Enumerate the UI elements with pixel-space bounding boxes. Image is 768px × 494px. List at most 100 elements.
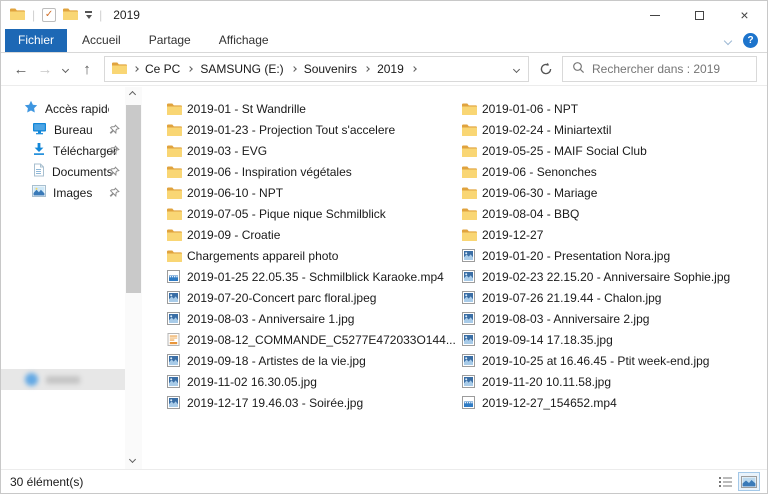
breadcrumb-item[interactable]: SAMSUNG (E:) — [200, 62, 283, 76]
pin-icon — [109, 124, 120, 138]
list-item[interactable]: 2019-07-20-Concert parc floral.jpeg — [167, 287, 456, 308]
tab-partage[interactable]: Partage — [136, 29, 204, 52]
refresh-button[interactable] — [533, 56, 558, 82]
quick-access-toolbar: | ✓ | 2019 — [1, 8, 140, 23]
list-item[interactable]: 2019-12-27 — [462, 224, 730, 245]
close-button[interactable]: × — [722, 1, 767, 29]
list-item[interactable]: 2019-01-06 - NPT — [462, 98, 730, 119]
address-dropdown-chevron-icon[interactable] — [504, 57, 528, 81]
back-button[interactable]: ← — [9, 53, 33, 85]
sidebar-item-quick-access[interactable]: Accès rapide — [1, 98, 125, 119]
sidebar-item-blurred[interactable] — [1, 261, 125, 282]
sidebar-item-blurred[interactable] — [1, 369, 125, 390]
list-item[interactable]: 2019-07-05 - Pique nique Schmilblick — [167, 203, 456, 224]
scroll-up-arrow-icon[interactable] — [128, 90, 137, 99]
tab-fichier[interactable]: Fichier — [5, 29, 68, 52]
folder-icon[interactable] — [63, 8, 79, 23]
checkmark-icon[interactable]: ✓ — [42, 8, 57, 22]
maximize-button[interactable] — [677, 1, 722, 29]
list-item[interactable]: 2019-09-18 - Artistes de la vie.jpg — [167, 350, 456, 371]
file-name: 2019-12-17 19.46.03 - Soirée.jpg — [187, 395, 364, 410]
list-item[interactable]: 2019-08-04 - BBQ — [462, 203, 730, 224]
breadcrumb-item[interactable]: 2019 — [377, 62, 404, 76]
up-button[interactable]: ↑ — [75, 53, 99, 85]
sidebar-item-telechargements[interactable]: Téléchargements — [1, 140, 125, 161]
list-item[interactable]: 2019-02-23 22.15.20 - Anniversaire Sophi… — [462, 266, 730, 287]
list-item[interactable]: 2019-02-24 - Miniartextil — [462, 119, 730, 140]
list-item[interactable]: 2019-01 - St Wandrille — [167, 98, 456, 119]
details-view-button[interactable] — [714, 472, 736, 491]
help-icon[interactable]: ? — [743, 33, 758, 48]
sidebar-item-documents[interactable]: Documents — [1, 161, 125, 182]
scrollbar-thumb[interactable] — [126, 105, 141, 293]
sidebar-item-blurred[interactable] — [1, 336, 125, 357]
qat-dropdown-caret-icon[interactable] — [85, 11, 93, 19]
list-item[interactable]: 2019-08-03 - Anniversaire 1.jpg — [167, 308, 456, 329]
thumbnails-view-button[interactable] — [738, 472, 760, 491]
folder-icon — [462, 166, 478, 178]
recent-locations-chevron-icon[interactable] — [57, 53, 73, 85]
list-item[interactable]: 2019-09 - Croatie — [167, 224, 456, 245]
sidebar-scrollbar[interactable] — [125, 87, 142, 469]
image-file-icon — [167, 312, 183, 325]
view-toggles — [714, 472, 760, 491]
folder-icon — [462, 145, 478, 157]
pin-icon — [109, 166, 120, 180]
sidebar-item-blurred[interactable] — [1, 444, 125, 465]
chevron-right-icon[interactable] — [187, 66, 194, 72]
file-name: 2019-01-20 - Presentation Nora.jpg — [482, 248, 671, 263]
list-item[interactable]: 2019-06-10 - NPT — [167, 182, 456, 203]
list-item[interactable]: 2019-12-17 19.46.03 - Soirée.jpg — [167, 392, 456, 413]
list-item[interactable]: 2019-01-25 22.05.35 - Schmilblick Karaok… — [167, 266, 456, 287]
file-column-1: 2019-01 - St Wandrille 2019-01-23 - Proje… — [167, 98, 456, 413]
list-item[interactable]: 2019-05-25 - MAIF Social Club — [462, 140, 730, 161]
address-bar[interactable]: Ce PC SAMSUNG (E:) Souvenirs 2019 — [104, 56, 529, 82]
folder-icon — [167, 103, 183, 115]
sidebar-item-blurred[interactable] — [1, 423, 125, 444]
chevron-right-icon[interactable] — [410, 66, 417, 72]
sidebar-item-blurred[interactable] — [1, 240, 125, 261]
list-item[interactable]: 2019-06 - Senonches — [462, 161, 730, 182]
list-item[interactable]: 2019-07-26 21.19.44 - Chalon.jpg — [462, 287, 730, 308]
sidebar-item-blurred[interactable] — [1, 282, 125, 303]
list-item[interactable]: 2019-09-14 17.18.35.jpg — [462, 329, 730, 350]
explorer-window: | ✓ | 2019 × Fichier Accueil Partage Affich… — [0, 0, 768, 494]
desktop-icon — [32, 122, 47, 138]
list-item[interactable]: 2019-01-23 - Projection Tout s'accelere — [167, 119, 456, 140]
list-item[interactable]: 2019-12-27_154652.mp4 — [462, 392, 730, 413]
window-controls: × — [632, 1, 767, 29]
list-item[interactable]: Chargements appareil photo — [167, 245, 456, 266]
list-item[interactable]: 2019-06-30 - Mariage — [462, 182, 730, 203]
scroll-down-arrow-icon[interactable] — [128, 455, 137, 464]
search-icon — [572, 61, 585, 77]
list-item[interactable]: 2019-11-20 10.11.58.jpg — [462, 371, 730, 392]
minimize-icon — [649, 14, 660, 16]
sidebar-item-blurred[interactable] — [1, 303, 125, 324]
app-folder-icon[interactable] — [10, 8, 25, 23]
sidebar-item-blurred[interactable] — [1, 219, 125, 240]
forward-button[interactable]: → — [33, 53, 57, 85]
list-item[interactable]: 2019-08-03 - Anniversaire 2.jpg — [462, 308, 730, 329]
list-item[interactable]: 2019-01-20 - Presentation Nora.jpg — [462, 245, 730, 266]
list-item[interactable]: 2019-08-12_COMMANDE_C5277E472033O144... — [167, 329, 456, 350]
list-item[interactable]: 2019-10-25 at 16.46.45 - Ptit week-end.j… — [462, 350, 730, 371]
list-item[interactable]: 2019-06 - Inspiration végétales — [167, 161, 456, 182]
list-item[interactable]: 2019-03 - EVG — [167, 140, 456, 161]
sidebar-item-bureau[interactable]: Bureau — [1, 119, 125, 140]
chevron-right-icon[interactable] — [290, 66, 297, 72]
list-item[interactable]: 2019-11-02 16.30.05.jpg — [167, 371, 456, 392]
documents-icon — [32, 163, 45, 180]
file-name: 2019-12-27_154652.mp4 — [482, 395, 617, 410]
sidebar-item-images[interactable]: Images — [1, 182, 125, 203]
breadcrumb-item[interactable]: Ce PC — [145, 62, 180, 76]
file-name: 2019-06 - Senonches — [482, 164, 597, 179]
tab-affichage[interactable]: Affichage — [206, 29, 282, 52]
tab-accueil[interactable]: Accueil — [69, 29, 134, 52]
breadcrumb-item[interactable]: Souvenirs — [304, 62, 357, 76]
chevron-right-icon[interactable] — [364, 66, 370, 72]
minimize-button[interactable] — [632, 1, 677, 29]
pin-icon — [109, 187, 120, 201]
sidebar-item-blurred[interactable] — [1, 402, 125, 423]
expand-ribbon-chevron-icon[interactable] — [723, 36, 733, 45]
search-input[interactable]: Rechercher dans : 2019 — [562, 56, 757, 82]
